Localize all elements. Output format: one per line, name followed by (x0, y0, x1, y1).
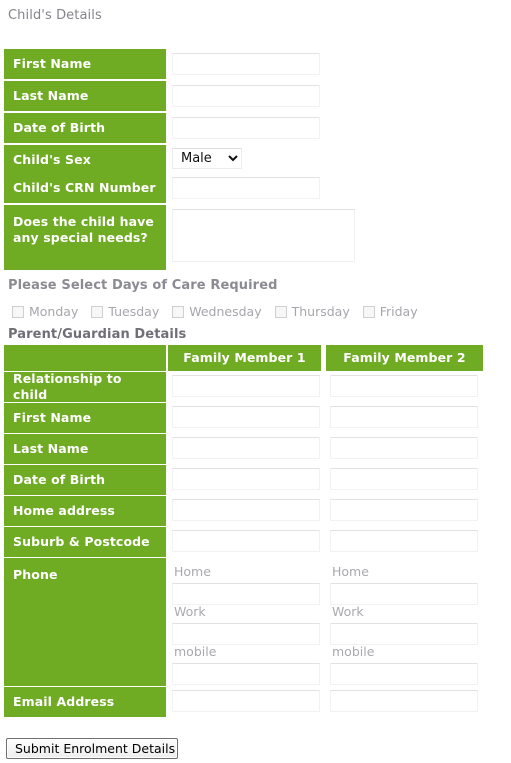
child-special-needs-textarea[interactable] (172, 209, 355, 262)
checkbox-friday[interactable] (362, 305, 375, 318)
member2-email-input[interactable] (330, 690, 478, 712)
label-child-date-of-birth: Date of Birth (4, 113, 166, 143)
label-email-address: Email Address (4, 687, 166, 717)
day-item-thursday[interactable]: Thursday (274, 304, 350, 319)
day-item-wednesday[interactable]: Wednesday (172, 304, 262, 319)
day-item-tuesday[interactable]: Tuesday (91, 304, 159, 319)
sublabel-member2-phone-work: Work (332, 604, 364, 619)
member1-phone-home-input[interactable] (172, 583, 320, 605)
checkbox-wednesday[interactable] (172, 305, 185, 318)
label-phone: Phone (4, 558, 166, 686)
member1-date-of-birth-input[interactable] (172, 468, 320, 490)
member2-relationship-input[interactable] (330, 375, 478, 397)
member2-phone-work-input[interactable] (330, 623, 478, 645)
member2-date-of-birth-input[interactable] (330, 468, 478, 490)
child-date-of-birth-input[interactable] (172, 117, 320, 139)
label-parent-last-name: Last Name (4, 434, 166, 464)
sublabel-member2-phone-mobile: mobile (332, 644, 375, 659)
days-of-care-checkbox-group: Monday Tuesday Wednesday Thursday Friday (12, 304, 431, 319)
day-label-friday: Friday (379, 304, 418, 319)
member1-phone-work-input[interactable] (172, 623, 320, 645)
member2-last-name-input[interactable] (330, 437, 478, 459)
child-crn-number-input[interactable] (172, 177, 320, 199)
member2-home-address-input[interactable] (330, 499, 478, 521)
day-item-monday[interactable]: Monday (12, 304, 78, 319)
checkbox-thursday[interactable] (274, 305, 287, 318)
label-relationship-to-child: Relationship to child (4, 371, 166, 402)
label-child-sex: Child's Sex (4, 145, 166, 175)
member2-phone-mobile-input[interactable] (330, 663, 478, 685)
label-child-last-name: Last Name (4, 81, 166, 111)
day-label-wednesday: Wednesday (189, 304, 262, 319)
column-header-family-member-1: Family Member 1 (168, 345, 321, 371)
day-label-tuesday: Tuesday (108, 304, 160, 319)
member1-phone-mobile-input[interactable] (172, 663, 320, 685)
member1-home-address-input[interactable] (172, 499, 320, 521)
label-child-crn-number: Child's CRN Number (4, 173, 166, 203)
child-details-heading: Child's Details (8, 8, 102, 23)
label-child-special-needs: Does the child have any special needs? (4, 205, 166, 270)
days-of-care-heading: Please Select Days of Care Required (8, 278, 278, 293)
day-label-monday: Monday (29, 304, 79, 319)
checkbox-monday[interactable] (12, 305, 24, 318)
child-first-name-input[interactable] (172, 53, 320, 75)
parent-guardian-heading: Parent/Guardian Details (8, 327, 187, 342)
sublabel-member1-phone-mobile: mobile (174, 644, 217, 659)
member2-phone-home-input[interactable] (330, 583, 478, 605)
member1-email-input[interactable] (172, 690, 320, 712)
member1-suburb-postcode-input[interactable] (172, 530, 320, 552)
member2-first-name-input[interactable] (330, 406, 478, 428)
child-last-name-input[interactable] (172, 85, 320, 107)
day-label-thursday: Thursday (291, 304, 350, 319)
column-header-family-member-2: Family Member 2 (326, 345, 483, 371)
parent-table-corner-cell (4, 345, 166, 371)
label-parent-first-name: First Name (4, 403, 166, 433)
sublabel-member1-phone-home: Home (174, 564, 211, 579)
member1-relationship-input[interactable] (172, 375, 320, 397)
checkbox-tuesday[interactable] (91, 305, 104, 318)
submit-enrolment-details-button[interactable]: Submit Enrolment Details (6, 738, 178, 759)
label-suburb-postcode: Suburb & Postcode (4, 527, 166, 557)
member1-first-name-input[interactable] (172, 406, 320, 428)
child-sex-select[interactable]: MaleFemale (172, 148, 242, 169)
sublabel-member2-phone-home: Home (332, 564, 369, 579)
label-parent-date-of-birth: Date of Birth (4, 465, 166, 495)
sublabel-member1-phone-work: Work (174, 604, 206, 619)
member1-last-name-input[interactable] (172, 437, 320, 459)
label-child-first-name: First Name (4, 49, 166, 79)
member2-suburb-postcode-input[interactable] (330, 530, 478, 552)
label-home-address: Home address (4, 496, 166, 526)
day-item-friday[interactable]: Friday (362, 304, 418, 319)
